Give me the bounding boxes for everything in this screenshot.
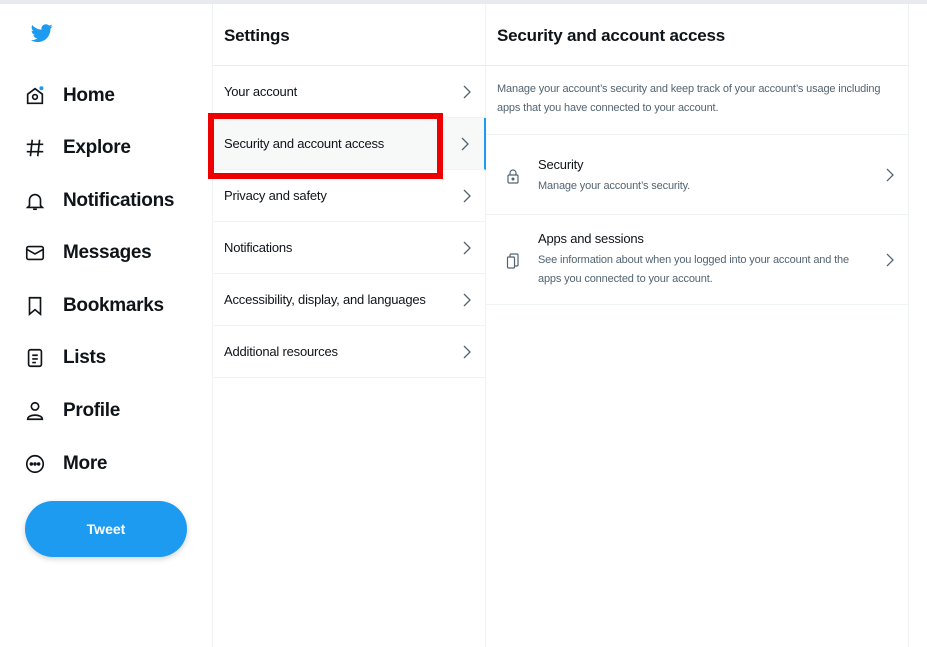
detail-description: Manage your account’s security and keep … — [497, 83, 881, 114]
settings-item-privacy[interactable]: Privacy and safety — [213, 170, 486, 222]
settings-item-label: Privacy and safety — [224, 188, 327, 203]
bell-icon — [22, 188, 48, 214]
chevron-right-icon — [886, 168, 894, 182]
settings-item-security[interactable]: Security and account access — [213, 118, 486, 170]
settings-item-label: Your account — [224, 84, 298, 99]
tweet-button[interactable]: Tweet — [25, 501, 187, 557]
apps-row-subtitle: See information about when you logged in… — [538, 254, 849, 285]
settings-item-additional-resources[interactable]: Additional resources — [213, 326, 486, 378]
security-row-subtitle: Manage your account’s security. — [538, 180, 691, 192]
nav-item-bookmarks[interactable]: Bookmarks — [22, 286, 164, 326]
settings-item-label: Additional resources — [224, 344, 338, 359]
home-icon — [22, 83, 48, 109]
settings-title: Settings — [224, 26, 290, 45]
settings-item-your-account[interactable]: Your account — [213, 66, 486, 118]
chevron-right-icon — [463, 85, 471, 99]
nav-label: Messages — [63, 242, 152, 263]
primary-nav: Home Explore Notifications Messages Book… — [0, 4, 212, 647]
chevron-right-icon — [463, 345, 471, 359]
chevron-right-icon — [463, 189, 471, 203]
list-icon — [22, 345, 48, 371]
settings-column: Settings Your account Security and accou… — [212, 4, 486, 647]
hashtag-icon — [22, 135, 48, 161]
chevron-right-icon — [886, 253, 894, 267]
bookmark-icon — [22, 293, 48, 319]
settings-item-label: Security and account access — [224, 136, 385, 151]
settings-item-label: Notifications — [224, 240, 293, 255]
nav-label: Lists — [63, 347, 106, 368]
settings-item-label: Accessibility, display, and languages — [224, 292, 426, 307]
lock-icon — [506, 168, 520, 184]
settings-item-accessibility[interactable]: Accessibility, display, and languages — [213, 274, 486, 326]
nav-label: Notifications — [63, 190, 175, 211]
chevron-right-icon — [463, 241, 471, 255]
nav-item-home[interactable]: Home — [22, 76, 115, 116]
security-row[interactable]: Security Manage your account’s security. — [486, 134, 909, 215]
nav-label: More — [63, 453, 108, 474]
nav-label: Explore — [63, 137, 131, 158]
envelope-icon — [22, 240, 48, 266]
person-icon — [22, 398, 48, 424]
detail-column: Security and account access Manage your … — [486, 4, 909, 647]
nav-label: Home — [63, 85, 115, 106]
nav-label: Bookmarks — [63, 295, 164, 316]
apps-and-sessions-row[interactable]: Apps and sessions See information about … — [486, 215, 909, 305]
nav-label: Profile — [63, 400, 121, 421]
apps-row-title: Apps and sessions — [538, 231, 644, 246]
chevron-right-icon — [461, 137, 469, 151]
nav-item-explore[interactable]: Explore — [22, 128, 131, 168]
security-row-title: Security — [538, 157, 584, 172]
devices-icon — [506, 253, 520, 269]
nav-item-notifications[interactable]: Notifications — [22, 181, 174, 221]
nav-item-messages[interactable]: Messages — [22, 233, 152, 273]
nav-item-lists[interactable]: Lists — [22, 338, 106, 378]
nav-item-profile[interactable]: Profile — [22, 391, 120, 431]
twitter-bird-icon[interactable] — [30, 22, 54, 44]
divider — [486, 65, 909, 66]
settings-item-notifications[interactable]: Notifications — [213, 222, 486, 274]
detail-title: Security and account access — [497, 26, 725, 45]
more-circle-icon — [22, 451, 48, 477]
nav-item-more[interactable]: More — [22, 444, 108, 484]
chevron-right-icon — [463, 293, 471, 307]
